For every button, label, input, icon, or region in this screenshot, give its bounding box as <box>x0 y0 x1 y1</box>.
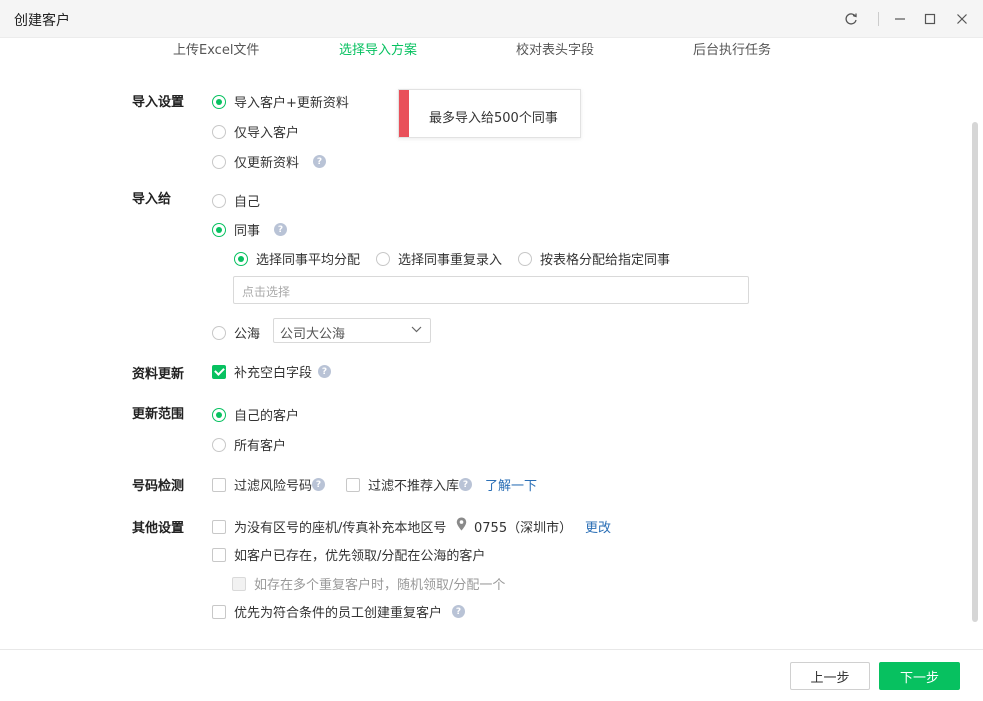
import-to-label: 导入给 <box>132 192 172 207</box>
maximize-icon[interactable] <box>918 7 942 31</box>
colleague-picker-input[interactable]: 点击选择 <box>233 276 749 304</box>
radio-label: 所有客户 <box>234 439 287 454</box>
help-icon[interactable]: ? <box>318 365 332 378</box>
radio-circle <box>212 437 226 452</box>
checkbox-label: 过滤风险号码 <box>234 479 313 494</box>
import-only-radio[interactable]: 仅导入客户 <box>212 122 299 141</box>
radio-circle <box>212 154 226 169</box>
radio-label: 按表格分配给指定同事 <box>540 253 671 268</box>
checkbox-box <box>212 604 226 619</box>
step-run-task: 后台执行任务 <box>693 43 772 58</box>
checkbox-box <box>212 519 226 534</box>
next-step-button[interactable]: 下一步 <box>879 662 960 690</box>
duplicate-entry-radio[interactable]: 选择同事重复录入 <box>376 249 502 268</box>
checkbox-label: 如存在多个重复客户时，随机领取/分配一个 <box>254 578 506 593</box>
radio-label: 导入客户+更新资料 <box>234 96 349 111</box>
limit-tooltip: 最多导入给500个同事 <box>398 89 581 138</box>
radio-label: 选择同事平均分配 <box>256 253 361 268</box>
checkbox-box <box>212 364 226 379</box>
radio-circle <box>212 325 226 340</box>
own-customers-radio[interactable]: 自己的客户 <box>212 405 299 424</box>
distribute-evenly-radio[interactable]: 选择同事平均分配 <box>234 249 360 268</box>
create-duplicate-checkbox[interactable]: 优先为符合条件的员工创建重复客户 ? <box>212 602 466 621</box>
radio-label: 仅更新资料 <box>234 156 300 171</box>
step-choose-plan: 选择导入方案 <box>339 43 418 58</box>
checkbox-label: 补充空白字段 <box>234 366 313 381</box>
radio-circle <box>212 124 226 139</box>
prev-step-button[interactable]: 上一步 <box>790 662 870 690</box>
close-icon[interactable] <box>950 7 974 31</box>
scrollbar[interactable] <box>972 122 978 622</box>
radio-label: 选择同事重复录入 <box>398 253 503 268</box>
radio-label: 公海 <box>234 327 261 342</box>
sea-select-value: 公司大公海 <box>280 327 346 342</box>
radio-circle <box>212 94 226 109</box>
learn-more-link[interactable]: 了解一下 <box>485 475 537 494</box>
tooltip-text: 最多导入给500个同事 <box>429 111 558 126</box>
import-settings-label: 导入设置 <box>132 95 185 110</box>
filter-risk-checkbox[interactable]: 过滤风险号码 ? <box>212 475 326 494</box>
checkbox-label: 为没有区号的座机/传真补充本地区号 <box>234 521 447 536</box>
update-scope-label: 更新范围 <box>132 407 185 422</box>
checkbox-box <box>232 576 246 591</box>
help-icon[interactable]: ? <box>274 223 288 236</box>
radio-label: 自己的客户 <box>234 409 300 424</box>
radio-circle <box>376 251 390 266</box>
help-icon[interactable]: ? <box>313 155 327 168</box>
data-update-label: 资料更新 <box>132 367 185 382</box>
help-icon[interactable]: ? <box>452 605 466 618</box>
title-separator <box>878 12 879 26</box>
area-code-checkbox[interactable]: 为没有区号的座机/传真补充本地区号 <box>212 517 446 536</box>
checkbox-label: 过滤不推荐入库 <box>368 479 460 494</box>
import-and-update-radio[interactable]: 导入客户+更新资料 <box>212 92 349 111</box>
update-only-radio[interactable]: 仅更新资料 ? <box>212 152 327 171</box>
import-to-sea-radio[interactable]: 公海 <box>212 323 260 342</box>
radio-circle <box>212 193 226 208</box>
minimize-icon[interactable] <box>888 7 912 31</box>
radio-circle <box>212 407 226 422</box>
sea-select[interactable]: 公司大公海 <box>273 318 431 343</box>
prefer-claim-checkbox[interactable]: 如客户已存在，优先领取/分配在公海的客户 <box>212 545 485 564</box>
location-pin-icon <box>456 517 467 531</box>
random-claim-checkbox[interactable]: 如存在多个重复客户时，随机领取/分配一个 <box>232 574 505 593</box>
assign-by-sheet-radio[interactable]: 按表格分配给指定同事 <box>518 249 670 268</box>
help-icon[interactable]: ? <box>312 478 326 491</box>
refresh-icon[interactable] <box>839 7 863 31</box>
chevron-down-icon <box>411 322 422 339</box>
help-icon[interactable]: ? <box>459 478 473 491</box>
radio-circle <box>234 251 248 266</box>
area-code-value: 0755（深圳市） <box>474 521 573 536</box>
radio-label: 自己 <box>234 195 261 210</box>
change-area-link[interactable]: 更改 <box>585 517 611 536</box>
radio-label: 仅导入客户 <box>234 126 300 141</box>
checkbox-box <box>346 477 360 492</box>
checkbox-label: 如客户已存在，优先领取/分配在公海的客户 <box>234 549 486 564</box>
all-customers-radio[interactable]: 所有客户 <box>212 435 286 454</box>
tooltip-accent-bar <box>399 90 409 137</box>
checkbox-box <box>212 477 226 492</box>
import-to-self-radio[interactable]: 自己 <box>212 191 260 210</box>
step-upload: 上传Excel文件 <box>173 43 260 58</box>
checkbox-label: 优先为符合条件的员工创建重复客户 <box>234 606 443 621</box>
title-bar: 创建客户 <box>0 0 983 38</box>
checkbox-box <box>212 547 226 562</box>
number-check-label: 号码检测 <box>132 479 185 494</box>
step-indicator: 上传Excel文件 选择导入方案 校对表头字段 后台执行任务 <box>0 38 983 60</box>
fill-blank-checkbox[interactable]: 补充空白字段 ? <box>212 362 332 381</box>
step-check-headers: 校对表头字段 <box>516 43 595 58</box>
window-title: 创建客户 <box>14 13 70 29</box>
footer-bar: 上一步 下一步 <box>0 649 983 701</box>
radio-label: 同事 <box>234 224 261 239</box>
filter-not-recommended-checkbox[interactable]: 过滤不推荐入库 ? <box>346 475 473 494</box>
radio-circle <box>212 222 226 237</box>
import-to-colleague-radio[interactable]: 同事 ? <box>212 220 288 239</box>
radio-circle <box>518 251 532 266</box>
other-settings-label: 其他设置 <box>132 521 185 536</box>
